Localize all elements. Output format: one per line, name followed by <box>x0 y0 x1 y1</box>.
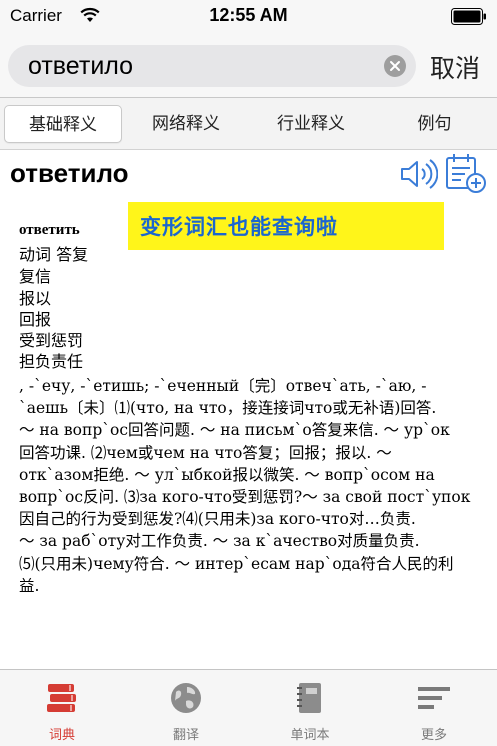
menu-lines-icon <box>418 687 450 709</box>
promo-banner[interactable]: 变形词汇也能查询啦 <box>128 202 444 250</box>
banner-text: 变形词汇也能查询啦 <box>140 215 338 239</box>
books-icon <box>47 684 76 712</box>
tab-more-label: 更多 <box>420 728 447 743</box>
tab-dictionary[interactable]: 词典 <box>0 670 124 746</box>
sense-line: 报以 <box>19 289 52 308</box>
status-bar: Carrier 12:55 AM <box>0 0 497 34</box>
battery-icon <box>451 8 486 25</box>
sense-line: 担负责任 <box>19 352 84 371</box>
sense-line: 复信 <box>19 267 52 286</box>
tab-industry-definition[interactable]: 行业释义 <box>250 105 372 143</box>
tab-translate-label: 翻译 <box>172 728 199 743</box>
definition-line: , -`ечу, -`етишь; -`еченный〔完〕отвеч`ать,… <box>19 377 427 395</box>
tab-wordbook[interactable]: 单词本 <box>248 670 372 746</box>
definition-paragraph: , -`ечу, -`етишь; -`еченный〔完〕отвеч`ать,… <box>19 375 489 597</box>
definition-line: ～ за раб`оту对工作负责. ～ за к`ачество对质量负责. <box>19 532 420 551</box>
definition-line: 益. <box>19 576 40 595</box>
clear-icon <box>390 61 400 71</box>
clear-search-button[interactable] <box>384 55 406 77</box>
speaker-icon[interactable] <box>398 156 438 192</box>
tab-dictionary-label: 词典 <box>48 728 75 743</box>
sense-line: 受到惩罚 <box>19 331 84 350</box>
add-to-wordbook-icon[interactable] <box>445 152 487 194</box>
globe-icon <box>171 683 201 713</box>
sense-line: 回报 <box>19 310 52 329</box>
tab-web-definition[interactable]: 网络释义 <box>126 105 246 143</box>
definition-line: ～ на вопр`ос回答问题. ～ на письм`о答复来信. ～ ур… <box>19 421 450 440</box>
definition-line: вопр`ос反问. ⑶за кого-что受到惩罚?～ за свой по… <box>19 488 471 507</box>
bottom-tab-bar: 词典 翻译 单词本 更多 <box>0 669 497 746</box>
notebook-icon <box>297 683 321 713</box>
search-input[interactable]: ответило <box>8 45 416 87</box>
cancel-button[interactable]: 取消 <box>430 49 480 85</box>
search-bar: ответило 取消 <box>0 34 497 98</box>
definition-tabs: 基础释义 网络释义 行业释义 例句 <box>0 98 497 150</box>
tab-more[interactable]: 更多 <box>372 670 496 746</box>
clock: 12:55 AM <box>209 5 288 25</box>
definition-line: 因自己的行为受到惩发?⑷(只用未)за кого-что对…负责. <box>19 510 416 529</box>
tab-translate[interactable]: 翻译 <box>124 670 248 746</box>
word-title: ответило <box>10 158 129 188</box>
definition-line: `аешь〔未〕⑴(что, на что，接连接词что或无补语)回答. <box>19 399 437 418</box>
tab-basic-definition[interactable]: 基础释义 <box>4 105 122 143</box>
tab-examples[interactable]: 例句 <box>376 105 493 143</box>
definition-line: 回答功课. ⑵чем或чем на что答复；回报；报以. ～ <box>19 443 392 462</box>
definition-line: ⑸(只用未)чему符合. ～ интер`есам нар`ода符合人民的利 <box>19 554 454 573</box>
tab-wordbook-label: 单词本 <box>290 728 330 743</box>
search-query-text[interactable]: ответило <box>28 52 133 81</box>
definition-line: отк`азом拒绝. ～ ул`ыбкой报以微笑. ～ вопр`осом … <box>19 465 435 484</box>
headword: ответить <box>19 222 80 238</box>
sense-line: 动词 答复 <box>19 245 89 264</box>
